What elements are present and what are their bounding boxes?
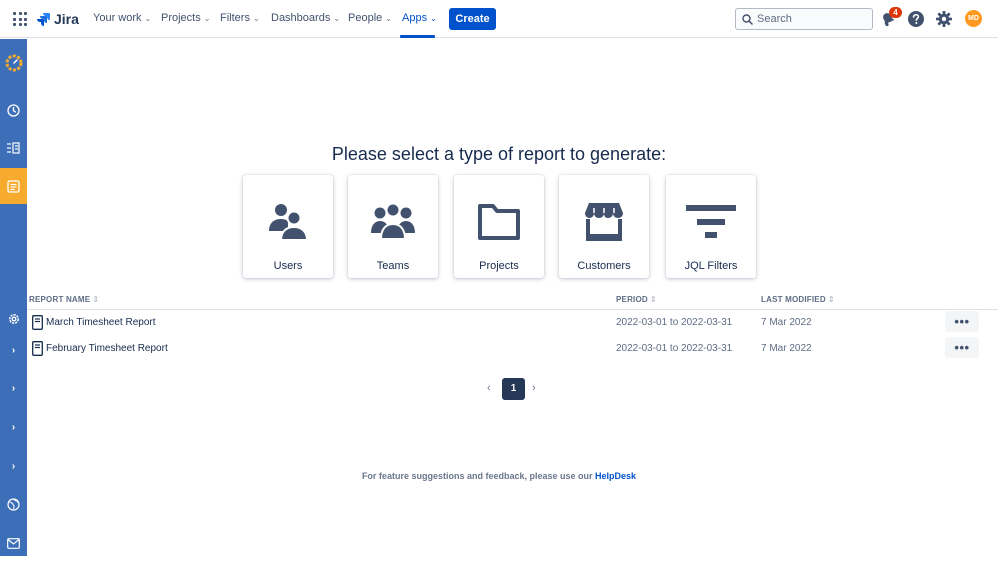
footer-text: For feature suggestions and feedback, pl… (361, 471, 596, 481)
column-header-last-modified[interactable]: LAST MODIFIED ⇕ (761, 295, 835, 304)
report-period: 2022-03-01 to 2022-03-31 (616, 343, 733, 354)
chevron-down-icon: ⌄ (203, 13, 211, 23)
report-type-label: Customers (577, 260, 631, 272)
search-input[interactable] (757, 12, 867, 26)
report-type-teams[interactable]: Teams (348, 175, 438, 278)
sort-icon: ⇕ (92, 295, 100, 304)
clock-icon (7, 103, 20, 117)
nav-filters-label: Filters (220, 12, 250, 24)
search-icon (742, 14, 753, 25)
table-row[interactable]: February Timesheet Report 2022-03-01 to … (27, 336, 998, 362)
active-tab-indicator (400, 35, 435, 38)
chevron-down-icon: ⌄ (144, 13, 152, 23)
timesheet-app-logo-icon (5, 54, 22, 72)
previous-page-icon[interactable]: ‹ (487, 382, 491, 394)
nav-dashboards[interactable]: Dashboards ⌄ (271, 12, 340, 24)
report-name-link[interactable]: February Timesheet Report (46, 343, 168, 354)
report-last-modified: 7 Mar 2022 (761, 343, 812, 354)
sidebar-item-reports[interactable] (0, 168, 27, 204)
nav-people-label: People (348, 12, 383, 24)
sidebar-item-timesheet[interactable] (0, 92, 27, 128)
report-type-label: Users (273, 260, 303, 272)
filter-icon (686, 205, 736, 238)
report-type-label: Projects (479, 260, 519, 272)
reports-icon (7, 179, 20, 193)
chevron-down-icon: ⌄ (430, 13, 437, 23)
chevron-right-icon: › (11, 344, 16, 356)
document-icon (32, 315, 43, 330)
globe-icon (7, 497, 20, 511)
chevron-right-icon: › (11, 421, 16, 433)
mail-icon (7, 537, 20, 549)
page-button-current[interactable]: 1 (502, 378, 525, 400)
report-type-users[interactable]: Users (243, 175, 333, 278)
sort-icon: ⇕ (827, 295, 835, 304)
settings-gear-icon (8, 314, 19, 324)
jira-logo-icon (37, 13, 50, 26)
sidebar-item-globe[interactable] (0, 486, 27, 522)
search-box[interactable] (735, 8, 873, 30)
column-header-label: LAST MODIFIED (761, 295, 826, 304)
sidebar-app-logo[interactable] (0, 43, 27, 83)
chevron-right-icon: › (11, 460, 16, 472)
nav-people[interactable]: People ⌄ (348, 12, 392, 24)
chevron-down-icon: ⌄ (252, 13, 260, 23)
report-period: 2022-03-01 to 2022-03-31 (616, 317, 733, 328)
chevron-down-icon: ⌄ (385, 13, 392, 23)
report-type-label: JQL Filters (684, 260, 738, 272)
more-actions-button[interactable]: ••• (945, 311, 979, 332)
reports-table-header: REPORT NAME ⇕ PERIOD ⇕ LAST MODIFIED ⇕ (27, 293, 998, 310)
nav-projects[interactable]: Projects ⌄ (161, 12, 210, 24)
next-page-icon[interactable]: › (532, 382, 536, 394)
help-icon[interactable] (907, 10, 925, 28)
user-avatar[interactable]: MD (965, 10, 982, 27)
nav-dashboards-label: Dashboards (271, 12, 331, 24)
create-button[interactable]: Create (449, 8, 496, 30)
column-header-label: REPORT NAME (29, 295, 91, 304)
top-navigation: Jira Your work ⌄ Projects ⌄ Filters ⌄ Da… (0, 0, 998, 38)
helpdesk-link[interactable]: HelpDesk (595, 471, 636, 481)
store-icon (585, 203, 623, 241)
sidebar-expand-3[interactable]: › (0, 409, 27, 445)
column-header-period[interactable]: PERIOD ⇕ (616, 295, 657, 304)
pagination: ‹ 1 › (0, 378, 998, 400)
more-actions-button[interactable]: ••• (945, 337, 979, 358)
report-type-jql-filters[interactable]: JQL Filters (666, 175, 756, 278)
report-name-link[interactable]: March Timesheet Report (46, 317, 156, 328)
document-icon (32, 341, 43, 356)
settings-gear-icon[interactable] (935, 10, 953, 28)
notifications-badge: 4 (889, 7, 902, 18)
report-type-projects[interactable]: Projects (454, 175, 544, 278)
jira-logo[interactable]: Jira (36, 11, 79, 27)
report-type-label: Teams (376, 260, 410, 272)
column-header-report-name[interactable]: REPORT NAME ⇕ (29, 295, 99, 304)
teams-icon (371, 202, 415, 240)
column-header-label: PERIOD (616, 295, 648, 304)
page-heading: Please select a type of report to genera… (331, 144, 667, 164)
app-switcher-icon[interactable] (13, 12, 27, 26)
nav-apps-label: Apps (402, 12, 428, 24)
sort-icon: ⇕ (649, 295, 657, 304)
nav-your-work[interactable]: Your work ⌄ (93, 12, 151, 24)
nav-your-work-label: Your work (93, 12, 142, 24)
users-icon (269, 204, 308, 241)
feedback-footer: For feature suggestions and feedback, pl… (0, 471, 998, 481)
table-row[interactable]: March Timesheet Report 2022-03-01 to 202… (27, 310, 998, 336)
report-type-customers[interactable]: Customers (559, 175, 649, 278)
nav-projects-label: Projects (161, 12, 201, 24)
sidebar-expand-1[interactable]: › (0, 332, 27, 368)
report-last-modified: 7 Mar 2022 (761, 317, 812, 328)
nav-apps[interactable]: Apps ⌄ (402, 12, 437, 24)
chevron-down-icon: ⌄ (333, 13, 341, 23)
nav-filters[interactable]: Filters ⌄ (220, 12, 260, 24)
folder-icon (478, 204, 520, 240)
product-name: Jira (54, 11, 79, 27)
